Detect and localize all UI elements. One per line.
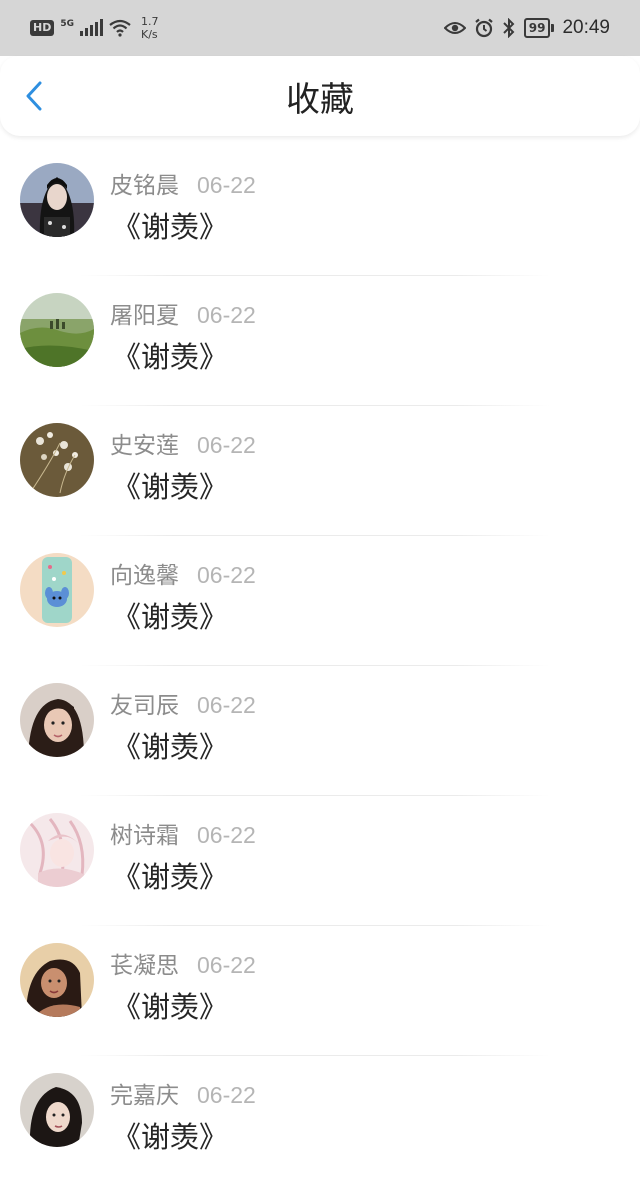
user-name: 皮铭晨 [110,173,179,199]
item-date: 06-22 [197,692,256,718]
item-title: 《谢羡》 [112,990,229,1024]
item-meta: 史安莲 06-22 [110,426,256,460]
bluetooth-icon [503,18,515,38]
avatar[interactable] [20,553,94,627]
avatar[interactable] [20,943,94,1017]
item-meta: 树诗霜 06-22 [110,816,256,850]
favorites-list: 皮铭晨 06-22 《谢羡》 屠阳夏 06-22 《谢羡》 史安莲 06-22 … [0,146,640,1186]
item-date: 06-22 [197,302,256,328]
item-date: 06-22 [197,432,256,458]
list-item[interactable]: 向逸馨 06-22 《谢羡》 [0,536,640,666]
nav-bar: 收藏 [0,56,640,136]
item-meta: 向逸馨 06-22 [110,556,256,590]
clock: 20:49 [562,17,610,38]
item-title: 《谢羡》 [112,340,229,374]
network-type: 5G [60,18,74,29]
list-item[interactable]: 树诗霜 06-22 《谢羡》 [0,796,640,926]
list-item[interactable]: 友司辰 06-22 《谢羡》 [0,666,640,796]
user-name: 友司辰 [110,693,179,719]
avatar[interactable] [20,813,94,887]
network-speed: 1.7 K/s [141,15,159,41]
status-bar: HD 5G 1.7 K/s 99 20:49 [0,0,640,56]
item-title: 《谢羡》 [112,730,229,764]
chevron-left-icon [26,81,42,111]
user-name: 树诗霜 [110,823,179,849]
list-item[interactable]: 完嘉庆 06-22 《谢羡》 [0,1056,640,1186]
user-name: 向逸馨 [110,563,179,589]
status-right: 99 20:49 [443,17,610,39]
item-date: 06-22 [197,562,256,588]
item-meta: 友司辰 06-22 [110,686,256,720]
item-title: 《谢羡》 [112,600,229,634]
list-item[interactable]: 皮铭晨 06-22 《谢羡》 [0,146,640,276]
eye-icon [443,22,466,34]
list-item[interactable]: 史安莲 06-22 《谢羡》 [0,406,640,536]
battery-icon: 99 [523,18,555,38]
avatar[interactable] [20,163,94,237]
avatar[interactable] [20,1073,94,1147]
user-name: 苌凝思 [110,953,179,979]
hd-badge: HD [30,20,55,36]
speed-value: 1.7 [141,15,159,28]
item-meta: 完嘉庆 06-22 [110,1076,256,1110]
signal-icon [80,19,103,36]
item-meta: 苌凝思 06-22 [110,946,256,980]
alarm-icon [475,18,493,38]
item-meta: 屠阳夏 06-22 [110,296,256,330]
item-meta: 皮铭晨 06-22 [110,166,256,200]
page-title: 收藏 [286,79,354,120]
user-name: 史安莲 [110,433,179,459]
item-title: 《谢羡》 [112,860,229,894]
item-title: 《谢羡》 [112,470,229,504]
item-title: 《谢羡》 [112,1120,229,1154]
item-title: 《谢羡》 [112,210,229,244]
user-name: 完嘉庆 [110,1083,179,1109]
item-date: 06-22 [197,1082,256,1108]
list-item[interactable]: 屠阳夏 06-22 《谢羡》 [0,276,640,406]
item-date: 06-22 [197,822,256,848]
user-name: 屠阳夏 [110,303,179,329]
battery-level: 99 [523,18,551,38]
back-button[interactable] [18,78,50,114]
avatar[interactable] [20,293,94,367]
list-item[interactable]: 苌凝思 06-22 《谢羡》 [0,926,640,1056]
status-left: HD 5G 1.7 K/s [30,15,159,41]
avatar[interactable] [20,683,94,757]
item-date: 06-22 [197,172,256,198]
avatar[interactable] [20,423,94,497]
speed-unit: K/s [141,28,158,41]
wifi-icon [109,19,131,37]
item-date: 06-22 [197,952,256,978]
